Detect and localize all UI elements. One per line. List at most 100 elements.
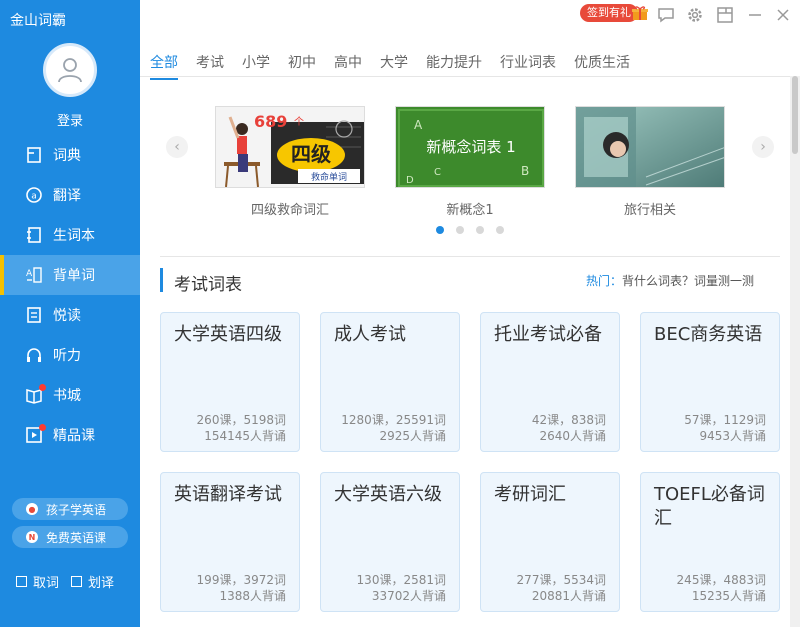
wordlist-card[interactable]: 成人考试 1280课，25591词 2925人背诵 (320, 312, 460, 452)
settings-gear-icon[interactable] (686, 6, 704, 24)
svg-text:B: B (521, 164, 529, 178)
nav-item-courses[interactable]: 精品课 (0, 415, 140, 455)
checkbox-box[interactable] (71, 576, 83, 587)
card-title: 考研词汇 (494, 484, 566, 505)
wordlist-card[interactable]: BEC商务英语 57课，1129词 9453人背诵 (640, 312, 780, 452)
checkbox-box[interactable] (16, 576, 27, 587)
card-title: 成人考试 (334, 324, 406, 345)
nav-item-reading[interactable]: 悦读 (0, 295, 140, 335)
carousel-dot[interactable] (436, 226, 444, 234)
wordlist-card[interactable]: TOEFL必备词汇 245课，4883词 15235人背诵 (640, 472, 780, 612)
slide-caption[interactable]: 新概念1 (395, 199, 545, 218)
slide-caption[interactable]: 旅行相关 (575, 199, 725, 218)
carousel-pagination (436, 226, 504, 234)
card-lessons-words: 199课，3972词 (196, 573, 286, 587)
banner-headline: 四级 (291, 142, 331, 166)
nav-item-dictionary[interactable]: 词典 (0, 135, 140, 175)
hot-label: 热门： (586, 274, 623, 288)
section-marker (160, 268, 163, 292)
minimize-icon[interactable] (746, 6, 764, 24)
wordlist-card[interactable]: 大学英语四级 260课，5198词 154145人背诵 (160, 312, 300, 452)
mini-mode-icon[interactable] (716, 6, 734, 24)
carousel-next-button[interactable]: › (752, 136, 774, 158)
card-title: 大学英语四级 (174, 324, 282, 345)
svg-text:a: a (31, 192, 37, 202)
wordlist-card[interactable]: 英语翻译考试 199课，3972词 1388人背诵 (160, 472, 300, 612)
user-icon (58, 58, 82, 83)
carousel-slide-travel[interactable] (575, 106, 725, 188)
title-bar: 签到有礼 (140, 0, 800, 30)
card-lessons-words: 277课，5534词 (516, 573, 606, 587)
gift-icon[interactable] (632, 5, 648, 21)
carousel-dot[interactable] (496, 226, 504, 234)
notebook-icon (25, 226, 43, 244)
carousel-dot[interactable] (476, 226, 484, 234)
card-lessons-words: 1280课，25591词 (341, 413, 446, 427)
card-learners: 154145人背诵 (204, 429, 286, 443)
hot-links: 热门：背什么词表？词量测一测 (586, 272, 754, 289)
card-lessons-words: 130课，2581词 (356, 573, 446, 587)
card-lessons-words: 57课，1129词 (684, 413, 766, 427)
nav-label: 精品课 (53, 428, 95, 444)
course-icon (25, 424, 46, 444)
free-course-button[interactable]: N 免费英语课 (12, 526, 128, 548)
card-learners: 1388人背诵 (219, 589, 286, 603)
avatar[interactable] (43, 43, 97, 97)
carousel-prev-button[interactable]: ‹ (166, 136, 188, 158)
nav-item-notebook[interactable]: 生词本 (0, 215, 140, 255)
banner-subtitle: 救命单词 (311, 171, 347, 183)
nav-label: 词典 (53, 148, 81, 164)
chevron-left-icon: ‹ (174, 139, 180, 155)
card-learners: 9453人背诵 (699, 429, 766, 443)
flashcard-icon: A (25, 266, 43, 284)
close-icon[interactable] (774, 6, 792, 24)
nav-label: 翻译 (53, 188, 81, 204)
capture-options: 取词 划译 (16, 572, 114, 591)
carousel-dot[interactable] (456, 226, 464, 234)
card-title: BEC商务英语 (654, 324, 763, 345)
card-learners: 2640人背诵 (539, 429, 606, 443)
card-title: 英语翻译考试 (174, 484, 282, 505)
signin-reward-button[interactable]: 签到有礼 (580, 4, 638, 22)
banner-number: 689 (254, 112, 287, 131)
select-translate-checkbox[interactable]: 划译 (71, 572, 114, 591)
new-concept-banner-image: A B C D 新概念词表 1 (396, 107, 544, 187)
nav-label: 书城 (53, 388, 81, 404)
new-badge (39, 424, 46, 431)
kids-english-label: 孩子学英语 (46, 502, 107, 517)
carousel-slide-cet4[interactable]: 689 个 四级 救命单词 (215, 106, 365, 188)
carousel-slide-new-concept[interactable]: A B C D 新概念词表 1 (395, 106, 545, 188)
nav-item-bookstore[interactable]: 书城 (0, 375, 140, 415)
tab-divider (140, 76, 790, 77)
wordlist-card[interactable]: 托业考试必备 42课，838词 2640人背诵 (480, 312, 620, 452)
wordlist-card[interactable]: 考研词汇 277课，5534词 20881人背诵 (480, 472, 620, 612)
nav-item-vocabulary[interactable]: A 背单词 (0, 255, 140, 295)
cet4-banner-image: 689 个 四级 救命单词 (216, 107, 364, 187)
capture-word-checkbox[interactable]: 取词 (16, 572, 59, 591)
reading-icon (25, 306, 43, 324)
card-title: 大学英语六级 (334, 484, 442, 505)
slide-caption[interactable]: 四级救命词汇 (215, 199, 365, 218)
banner-headline: 新概念词表 1 (426, 138, 515, 156)
nav-item-translate[interactable]: a 翻译 (0, 175, 140, 215)
wordlist-card[interactable]: 大学英语六级 130课，2581词 33702人背诵 (320, 472, 460, 612)
dictionary-icon (25, 146, 43, 164)
nav-label: 听力 (53, 348, 81, 364)
card-lessons-words: 42课，838词 (531, 413, 606, 427)
scrollbar-track[interactable] (790, 76, 800, 627)
nav-label: 背单词 (53, 268, 95, 284)
bookstore-icon (25, 384, 46, 404)
svg-text:D: D (406, 175, 414, 186)
kids-english-button[interactable]: ● 孩子学英语 (12, 498, 128, 520)
nav-label: 悦读 (53, 308, 81, 324)
scrollbar-thumb[interactable] (792, 76, 798, 154)
feedback-icon[interactable] (657, 6, 675, 24)
app-title: 金山词霸 (10, 13, 66, 29)
nav-item-listening[interactable]: 听力 (0, 335, 140, 375)
select-translate-label: 划译 (88, 576, 115, 591)
hot-link[interactable]: 背什么词表？词量测一测 (622, 274, 754, 288)
section-divider (160, 256, 780, 257)
sidebar: 金山词霸 登录 词典 a 翻译 生词本 A 背单词 悦读 听力 书城 精品课 ●… (0, 0, 140, 627)
card-learners: 33702人背诵 (371, 589, 446, 603)
login-link[interactable]: 登录 (0, 110, 140, 129)
